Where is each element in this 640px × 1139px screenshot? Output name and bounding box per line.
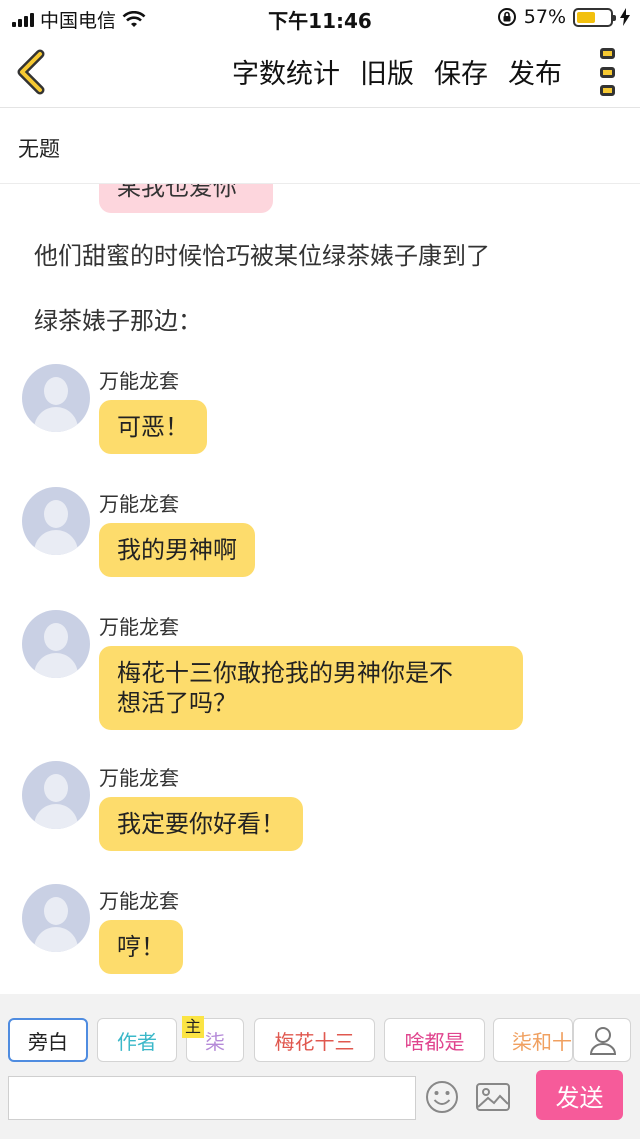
publish-button[interactable]: 发布 — [508, 52, 562, 91]
send-button[interactable]: 发送 — [536, 1070, 623, 1120]
save-button[interactable]: 保存 — [434, 52, 488, 91]
role-tab-author[interactable]: 作者 — [97, 1018, 177, 1062]
image-icon — [476, 1083, 510, 1111]
speaker-name: 万能龙套 — [99, 766, 179, 790]
message-bubble[interactable]: 我定要你好看！ — [99, 797, 303, 851]
composer-bar: 旁白 作者 柒 主 梅花十三 啥都是 柒和十 发送 — [0, 994, 640, 1139]
status-bar: 中国电信 下午11:46 57% — [0, 0, 640, 36]
more-vertical-icon[interactable] — [596, 48, 618, 96]
message-bubble[interactable]: 可恶！ — [99, 400, 207, 454]
back-button[interactable] — [12, 48, 52, 96]
narration-text[interactable]: 绿茶婊子那边： — [34, 301, 202, 336]
smiley-icon — [426, 1081, 458, 1113]
title-row[interactable]: 无题 — [0, 109, 640, 184]
speaker-name: 万能龙套 — [99, 369, 179, 393]
story-title[interactable]: 无题 — [18, 133, 60, 163]
nav-bar: 字数统计 旧版 保存 发布 — [0, 36, 640, 108]
role-tab-meihua[interactable]: 梅花十三 — [254, 1018, 375, 1062]
message-bubble[interactable]: 我的男神啊 — [99, 523, 255, 577]
chevron-left-icon — [17, 49, 45, 95]
word-count-button[interactable]: 字数统计 — [232, 52, 340, 91]
message-bubble[interactable]: 哼！ — [99, 920, 183, 974]
narration-text[interactable]: 他们甜蜜的时候恰巧被某位绿茶婊子康到了 — [34, 236, 490, 271]
message-bubble[interactable]: 梅花十三你敢抢我的男神你是不 想活了吗？ — [99, 646, 523, 730]
charging-icon — [620, 8, 630, 26]
avatar[interactable] — [22, 610, 90, 678]
role-tab-shadoushi[interactable]: 啥都是 — [384, 1018, 485, 1062]
message-line: 梅花十三你敢抢我的男神你是不 — [117, 659, 453, 687]
speaker-name: 万能龙套 — [99, 889, 179, 913]
battery-icon — [573, 7, 616, 27]
old-version-button[interactable]: 旧版 — [360, 52, 414, 91]
avatar[interactable] — [22, 761, 90, 829]
message-bubble-partial[interactable]: 某我也爱你 — [99, 184, 273, 213]
role-tab-narrator[interactable]: 旁白 — [8, 1018, 88, 1062]
message-input[interactable] — [8, 1076, 416, 1120]
user-icon — [589, 1027, 617, 1055]
chat-area[interactable]: 某我也爱你 他们甜蜜的时候恰巧被某位绿茶婊子康到了 绿茶婊子那边： 万能龙套 可… — [0, 184, 640, 994]
add-role-button[interactable] — [573, 1018, 631, 1062]
rotation-lock-icon — [497, 8, 516, 26]
image-button[interactable] — [475, 1082, 511, 1112]
avatar[interactable] — [22, 487, 90, 555]
speaker-name: 万能龙套 — [99, 492, 179, 516]
avatar[interactable] — [22, 364, 90, 432]
message-line: 想活了吗？ — [117, 689, 237, 717]
role-tab-qihe[interactable]: 柒和十 — [493, 1018, 573, 1062]
status-right: 57% — [497, 6, 630, 28]
emoji-button[interactable] — [425, 1080, 459, 1114]
avatar[interactable] — [22, 884, 90, 952]
battery-percent: 57% — [523, 6, 566, 28]
nav-actions: 字数统计 旧版 保存 发布 — [232, 52, 562, 91]
speaker-name: 万能龙套 — [99, 615, 179, 639]
host-badge: 主 — [182, 1016, 204, 1038]
